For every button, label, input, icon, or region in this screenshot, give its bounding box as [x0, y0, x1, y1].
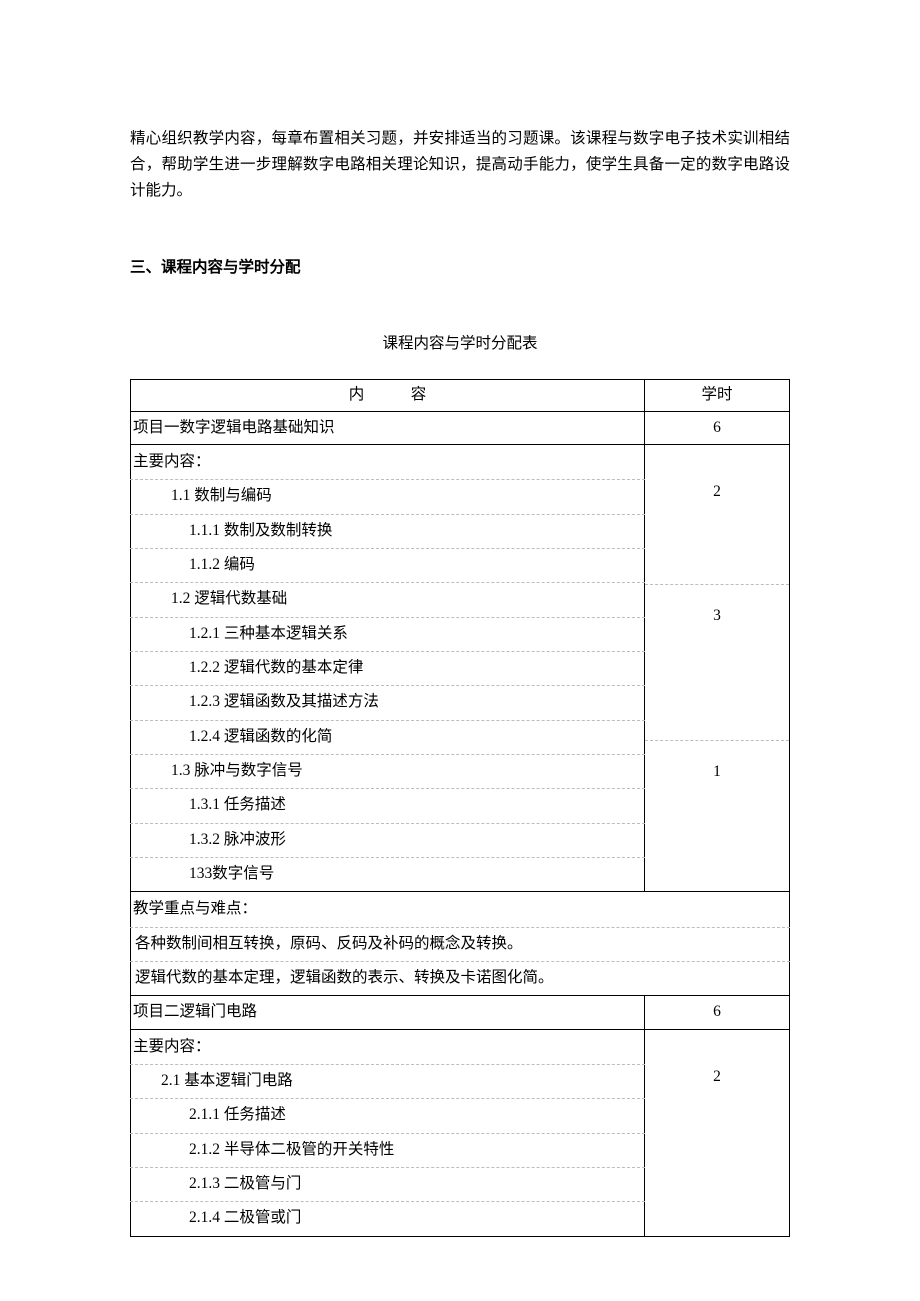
list-item: 1.3.1 任务描述: [131, 788, 644, 822]
list-item: 逻辑代数的基本定理，逻辑函数的表示、转换及卡诺图化简。: [131, 961, 789, 995]
intro-paragraph: 精心组织教学内容，每章布置相关习题，并安排适当的习题课。该课程与数字电子技术实训…: [130, 126, 790, 205]
table-row: 项目一数字逻辑电路基础知识 6: [131, 411, 790, 444]
txt: 133数字信号: [189, 865, 274, 882]
cell-keypoints: 教学重点与难点： 各种数制间相互转换，原码、反码及补码的概念及转换。 逻辑代数的…: [131, 892, 790, 996]
txt: 1.2.2 逻辑代数的基本定律: [189, 659, 363, 676]
header-content-cell: 内容: [131, 380, 645, 411]
list-project1: 主要内容： 1.1 数制与编码 1.1.1 数制及数制转换 1.1.2 编码 1…: [131, 445, 644, 891]
table-row: 项目二逻辑门电路 6: [131, 996, 790, 1029]
cell-project2-hours-block: 2: [645, 1029, 790, 1236]
list-item: 教学重点与难点：: [131, 892, 789, 926]
cell-project1-hours-block: 2 3 1: [645, 444, 790, 891]
list-item: 1.3 脉冲与数字信号: [131, 754, 644, 788]
cell-project2: 项目二逻辑门电路: [131, 996, 645, 1029]
table-row: 主要内容： 1.1 数制与编码 1.1.1 数制及数制转换 1.1.2 编码 1…: [131, 444, 790, 891]
table-row: 教学重点与难点： 各种数制间相互转换，原码、反码及补码的概念及转换。 逻辑代数的…: [131, 892, 790, 996]
txt: 1.2.4 逻辑函数的化简: [189, 728, 332, 745]
list-item: 主要内容：: [131, 445, 644, 479]
txt: 2.1 基本逻辑门电路: [161, 1072, 293, 1089]
cell-project1-hours: 6: [645, 411, 790, 444]
txt: 2.1.4 二极管或门: [189, 1209, 301, 1226]
hours-1-1: 2: [645, 479, 789, 513]
hours-1-3: 1: [645, 741, 789, 775]
list-item: 1.1 数制与编码: [131, 479, 644, 513]
list-item: 2.1 基本逻辑门电路: [131, 1064, 644, 1098]
list-item: 1.1.1 数制及数制转换: [131, 514, 644, 548]
txt: 1.1 数制与编码: [171, 487, 272, 504]
syllabus-table: 内容 学时 项目一数字逻辑电路基础知识 6 主要内容： 1.1 数制与编码 1.…: [130, 379, 790, 1237]
header-content-right: 容: [411, 386, 427, 403]
txt: 2.1.1 任务描述: [189, 1106, 286, 1123]
hours-1-2: 3: [645, 585, 789, 619]
txt: 1.1.2 编码: [189, 556, 255, 573]
txt: 2.1.2 半导体二极管的开关特性: [189, 1141, 394, 1158]
list-item: 1.2.2 逻辑代数的基本定律: [131, 651, 644, 685]
list-item: 1.1.2 编码: [131, 548, 644, 582]
hours-2-1: 2: [645, 1064, 789, 1098]
list-item: 各种数制间相互转换，原码、反码及补码的概念及转换。: [131, 927, 789, 961]
list-keypoints: 教学重点与难点： 各种数制间相互转换，原码、反码及补码的概念及转换。 逻辑代数的…: [131, 892, 789, 995]
list-item: 1.2.1 三种基本逻辑关系: [131, 617, 644, 651]
list-project2: 主要内容： 2.1 基本逻辑门电路 2.1.1 任务描述 2.1.2 半导体二极…: [131, 1030, 644, 1236]
cell-project1-content: 主要内容： 1.1 数制与编码 1.1.1 数制及数制转换 1.1.2 编码 1…: [131, 444, 645, 891]
txt: 1.3.2 脉冲波形: [189, 831, 286, 848]
txt: 1.2 逻辑代数基础: [171, 590, 287, 607]
list-item: 2.1.4 二极管或门: [131, 1201, 644, 1235]
txt: 1.1.1 数制及数制转换: [189, 522, 332, 539]
table-header-row: 内容 学时: [131, 380, 790, 411]
list-item: 2.1.3 二极管与门: [131, 1167, 644, 1201]
list-item: 主要内容：: [131, 1030, 644, 1064]
cell-project1: 项目一数字逻辑电路基础知识: [131, 411, 645, 444]
list-item: 2.1.2 半导体二极管的开关特性: [131, 1133, 644, 1167]
cell-project2-content: 主要内容： 2.1 基本逻辑门电路 2.1.1 任务描述 2.1.2 半导体二极…: [131, 1029, 645, 1236]
section-heading: 三、课程内容与学时分配: [130, 255, 790, 281]
table-caption: 课程内容与学时分配表: [130, 331, 790, 357]
txt: 1.3 脉冲与数字信号: [171, 762, 303, 779]
list-item: 133数字信号: [131, 857, 644, 891]
list-item: 1.2.3 逻辑函数及其描述方法: [131, 685, 644, 719]
list-item: 2.1.1 任务描述: [131, 1098, 644, 1132]
header-hours-cell: 学时: [645, 380, 790, 411]
list-item: 1.3.2 脉冲波形: [131, 823, 644, 857]
list-item: 1.2.4 逻辑函数的化简: [131, 720, 644, 754]
txt: 2.1.3 二极管与门: [189, 1175, 301, 1192]
txt: 1.2.1 三种基本逻辑关系: [189, 625, 348, 642]
header-content-left: 内: [349, 386, 365, 403]
txt: 1.2.3 逻辑函数及其描述方法: [189, 693, 379, 710]
table-row: 主要内容： 2.1 基本逻辑门电路 2.1.1 任务描述 2.1.2 半导体二极…: [131, 1029, 790, 1236]
cell-project2-hours: 6: [645, 996, 790, 1029]
list-item: 1.2 逻辑代数基础: [131, 582, 644, 616]
txt: 1.3.1 任务描述: [189, 796, 286, 813]
